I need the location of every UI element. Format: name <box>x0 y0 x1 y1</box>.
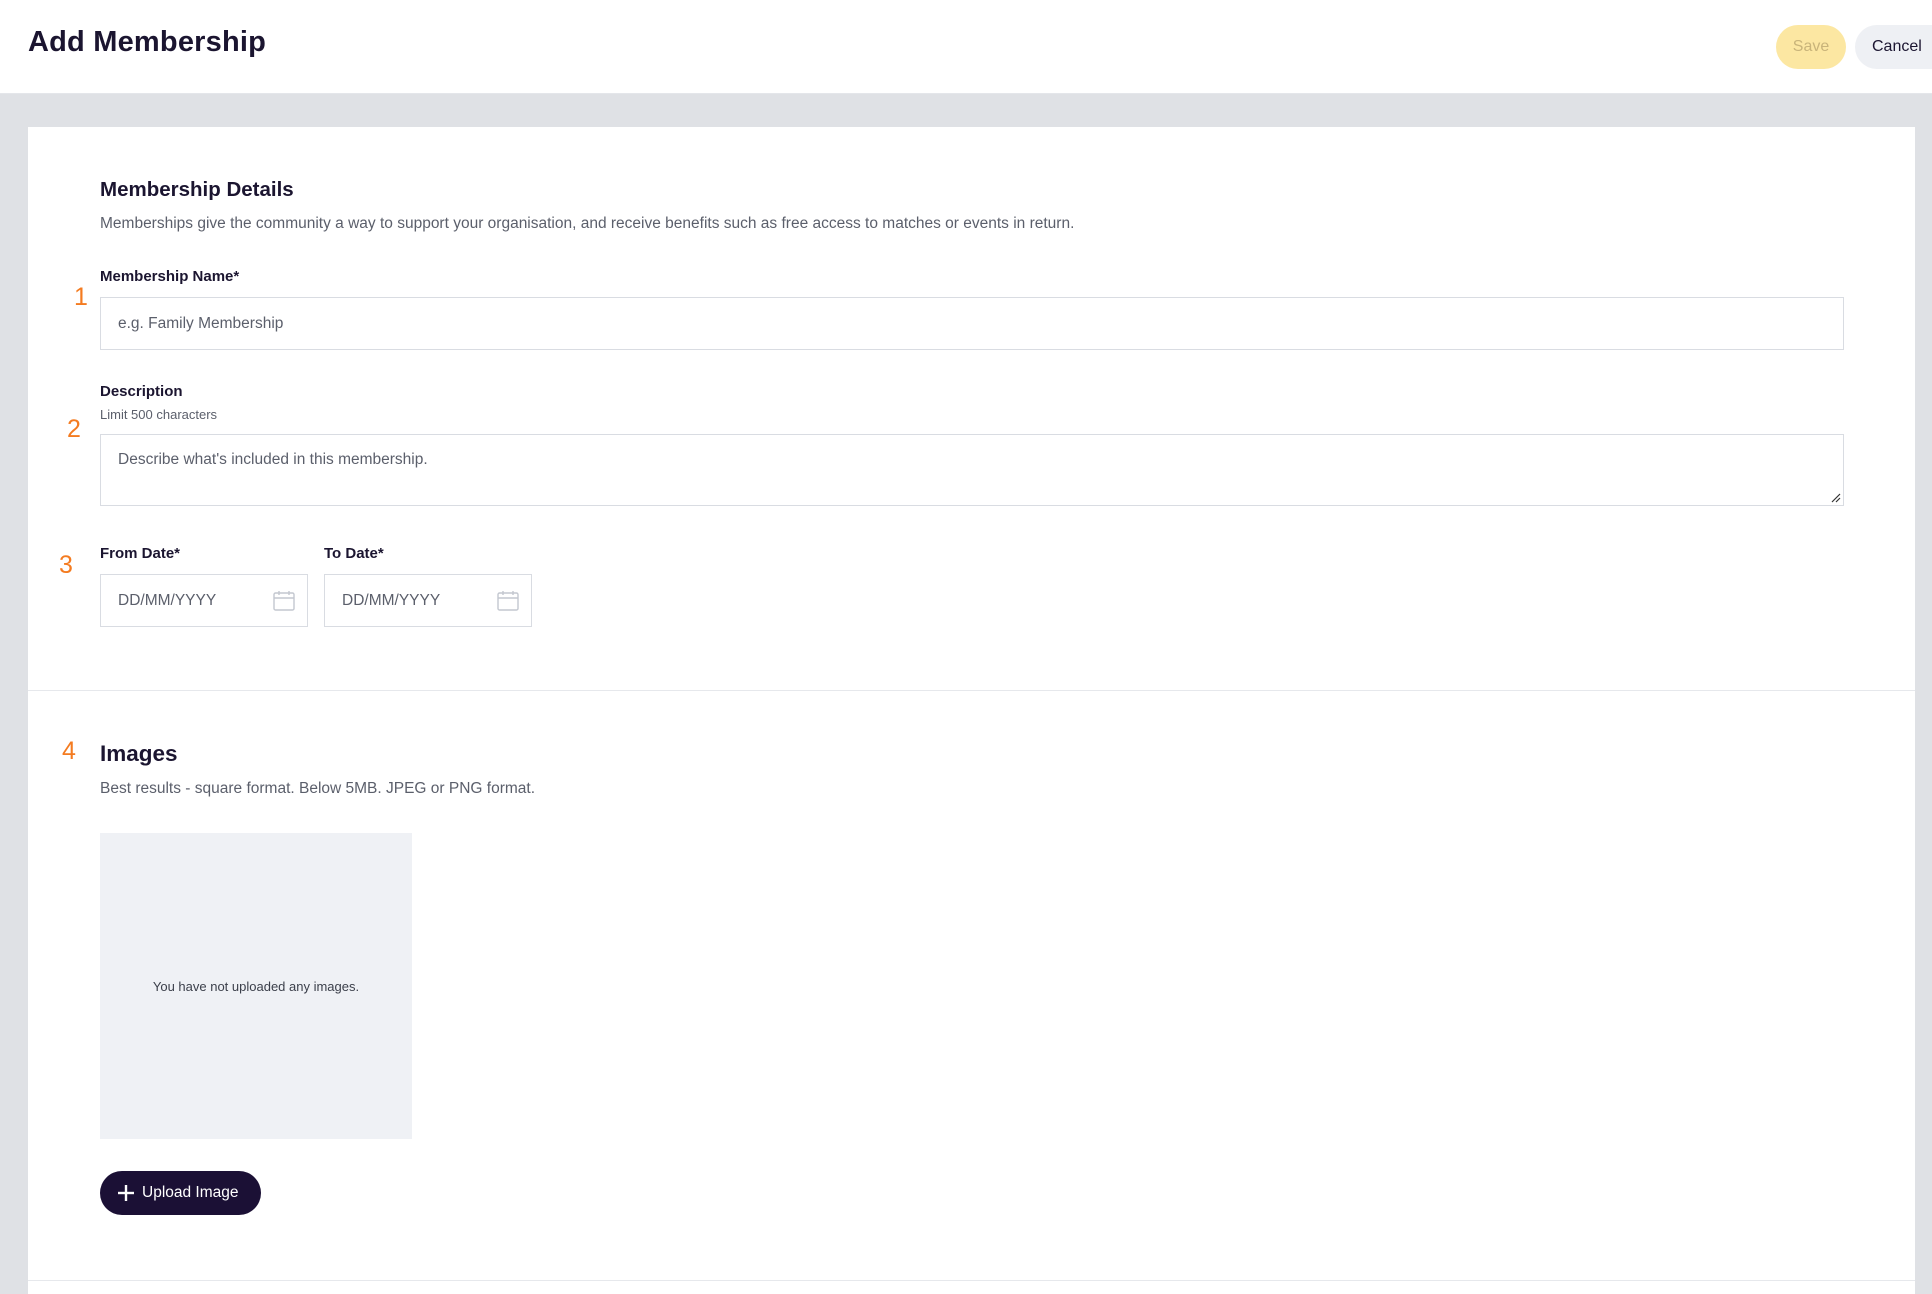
membership-name-input[interactable]: e.g. Family Membership <box>100 297 1844 350</box>
page-title: Add Membership <box>28 26 267 58</box>
section-divider <box>28 1280 1915 1281</box>
membership-name-label: Membership Name* <box>100 268 240 285</box>
upload-image-button[interactable]: Upload Image <box>100 1171 261 1215</box>
calendar-icon[interactable] <box>497 591 519 611</box>
step-number-4: 4 <box>62 737 76 765</box>
save-button[interactable]: Save <box>1776 25 1846 69</box>
images-helper: Best results - square format. Below 5MB.… <box>100 780 535 797</box>
to-date-input[interactable]: DD/MM/YYYY <box>324 574 532 627</box>
resize-handle-icon[interactable] <box>1829 491 1841 503</box>
plus-icon <box>118 1185 134 1201</box>
to-date-label: To Date* <box>324 545 384 562</box>
cancel-button[interactable]: Cancel <box>1855 25 1932 69</box>
top-bar: Add Membership Save Cancel <box>0 0 1932 94</box>
step-number-2: 2 <box>67 415 81 443</box>
step-number-1: 1 <box>74 283 88 311</box>
description-placeholder: Describe what's included in this members… <box>118 451 428 468</box>
upload-image-label: Upload Image <box>142 1184 239 1201</box>
step-number-3: 3 <box>59 551 73 579</box>
to-date-placeholder: DD/MM/YYYY <box>342 592 441 609</box>
no-images-message: You have not uploaded any images. <box>152 979 360 994</box>
membership-details-helper: Memberships give the community a way to … <box>100 215 1075 232</box>
description-label: Description <box>100 383 183 400</box>
section-title-images: Images <box>100 741 178 766</box>
description-textarea[interactable]: Describe what's included in this members… <box>100 434 1844 506</box>
image-upload-area[interactable]: You have not uploaded any images. <box>100 833 412 1139</box>
from-date-placeholder: DD/MM/YYYY <box>118 592 217 609</box>
from-date-input[interactable]: DD/MM/YYYY <box>100 574 308 627</box>
membership-name-placeholder: e.g. Family Membership <box>118 315 284 332</box>
section-divider <box>28 690 1915 691</box>
calendar-icon[interactable] <box>273 591 295 611</box>
from-date-label: From Date* <box>100 545 181 562</box>
description-limit: Limit 500 characters <box>100 407 218 422</box>
section-title-membership-details: Membership Details <box>100 178 294 201</box>
